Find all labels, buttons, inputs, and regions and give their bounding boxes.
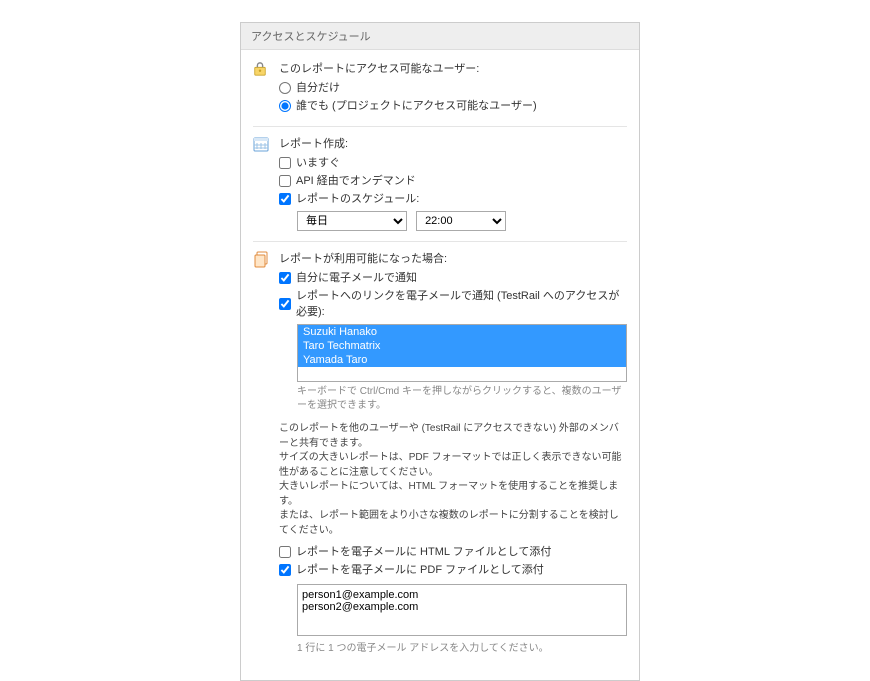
creation-option-schedule[interactable]: レポートのスケジュール: <box>279 191 627 207</box>
attach-pdf-check[interactable] <box>279 564 291 576</box>
access-option-all[interactable]: 誰でも (プロジェクトにアクセス可能なユーザー) <box>279 98 627 114</box>
access-radio-self[interactable] <box>279 82 291 94</box>
access-schedule-panel: アクセスとスケジュール このレポートにアクセス可能なユーザー: <box>240 22 640 681</box>
notify-link-email-check[interactable] <box>279 298 291 310</box>
user-option[interactable]: Taro Techmatrix <box>298 339 626 353</box>
creation-now-label: いますぐ <box>296 155 340 171</box>
creation-api-label: API 経由でオンデマンド <box>296 173 416 189</box>
creation-check-schedule[interactable] <box>279 193 291 205</box>
calendar-icon <box>253 136 271 155</box>
access-option-all-label: 誰でも (プロジェクトにアクセス可能なユーザー) <box>296 98 537 114</box>
user-option[interactable]: Yamada Taro <box>298 353 626 367</box>
schedule-frequency-select[interactable]: 毎日 <box>297 211 407 231</box>
notify-title: レポートが利用可能になった場合: <box>279 250 627 266</box>
user-option[interactable]: Suzuki Hanako <box>298 325 626 339</box>
notify-self-email[interactable]: 自分に電子メールで通知 <box>279 270 627 286</box>
attach-pdf-option[interactable]: レポートを電子メールに PDF ファイルとして添付 <box>279 562 627 578</box>
access-option-self[interactable]: 自分だけ <box>279 80 627 96</box>
access-section: このレポートにアクセス可能なユーザー: 自分だけ 誰でも (プロジェクトにアクセ… <box>253 60 627 116</box>
divider <box>253 126 627 127</box>
panel-title: アクセスとスケジュール <box>241 23 639 50</box>
creation-title: レポート作成: <box>279 135 627 151</box>
pages-icon <box>253 251 271 272</box>
emails-hint: 1 行に 1 つの電子メール アドレスを入力してください。 <box>297 642 627 656</box>
attach-html-label: レポートを電子メールに HTML ファイルとして添付 <box>296 544 551 560</box>
attach-pdf-label: レポートを電子メールに PDF ファイルとして添付 <box>296 562 544 578</box>
attach-html-option[interactable]: レポートを電子メールに HTML ファイルとして添付 <box>279 544 627 560</box>
creation-check-api[interactable] <box>279 175 291 187</box>
share-description: このレポートを他のユーザーや (TestRail にアクセスできない) 外部のメ… <box>279 422 627 538</box>
notify-link-email-label: レポートへのリンクを電子メールで通知 (TestRail へのアクセスが必要): <box>296 288 627 320</box>
access-radio-all[interactable] <box>279 100 291 112</box>
creation-section: レポート作成: いますぐ API 経由でオンデマンド レポートのスケジュール: <box>253 135 627 231</box>
desc-line: または、レポート範囲をより小さな複数のレポートに分割することを検討してください。 <box>279 509 627 538</box>
user-select-list[interactable]: Suzuki HanakoTaro TechmatrixYamada Taro <box>297 324 627 382</box>
emails-textarea[interactable] <box>297 584 627 636</box>
notify-section: レポートが利用可能になった場合: 自分に電子メールで通知 レポートへのリンクを電… <box>253 250 627 656</box>
divider <box>253 241 627 242</box>
desc-line: このレポートを他のユーザーや (TestRail にアクセスできない) 外部のメ… <box>279 422 627 451</box>
access-title: このレポートにアクセス可能なユーザー: <box>279 60 627 76</box>
creation-check-now[interactable] <box>279 157 291 169</box>
attach-html-check[interactable] <box>279 546 291 558</box>
notify-self-email-label: 自分に電子メールで通知 <box>296 270 417 286</box>
userlist-hint: キーボードで Ctrl/Cmd キーを押しながらクリックすると、複数のユーザーを… <box>297 385 627 412</box>
creation-option-now[interactable]: いますぐ <box>279 155 627 171</box>
notify-self-email-check[interactable] <box>279 272 291 284</box>
notify-link-email[interactable]: レポートへのリンクを電子メールで通知 (TestRail へのアクセスが必要): <box>279 288 627 320</box>
lock-icon <box>253 61 271 80</box>
creation-option-api[interactable]: API 経由でオンデマンド <box>279 173 627 189</box>
desc-line: 大きいレポートについては、HTML フォーマットを使用することを推奨します。 <box>279 480 627 509</box>
access-option-self-label: 自分だけ <box>296 80 340 96</box>
schedule-time-select[interactable]: 22:00 <box>416 211 506 231</box>
desc-line: サイズの大きいレポートは、PDF フォーマットでは正しく表示できない可能性がある… <box>279 451 627 480</box>
creation-schedule-label: レポートのスケジュール: <box>296 191 419 207</box>
